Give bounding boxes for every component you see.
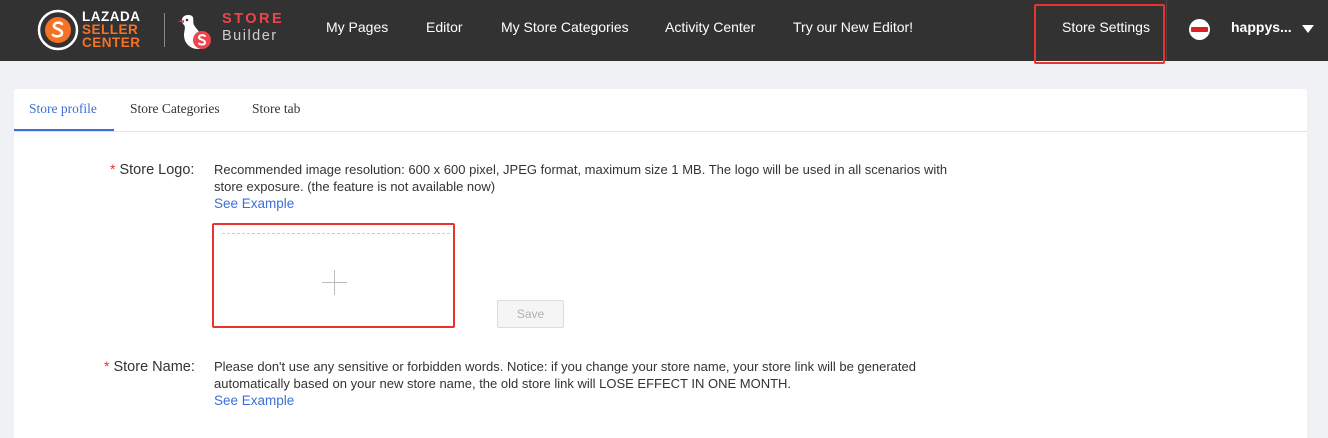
upload-dashed-border bbox=[222, 233, 450, 234]
store-logo-label-text: Store Logo: bbox=[119, 162, 195, 178]
lazada-seller-center-logo[interactable]: LAZADA SELLER CENTER bbox=[0, 0, 160, 61]
logo-upload-area[interactable] bbox=[212, 223, 455, 328]
nav-try-new-editor[interactable]: Try our New Editor! bbox=[793, 19, 913, 35]
store-wordmark: STORE bbox=[222, 11, 285, 27]
avatar[interactable] bbox=[1189, 19, 1210, 40]
store-builder-logo[interactable]: STORE Builder bbox=[170, 0, 300, 61]
tab-store-profile[interactable]: Store profile bbox=[29, 101, 97, 117]
nav-my-pages[interactable]: My Pages bbox=[326, 19, 388, 35]
store-profile-card: Store profile Store Categories Store tab… bbox=[14, 89, 1307, 438]
store-name-label-text: Store Name: bbox=[113, 359, 195, 375]
store-logo-description: Recommended image resolution: 600 x 600 … bbox=[214, 162, 948, 194]
nav-store-settings[interactable]: Store Settings bbox=[1062, 19, 1150, 35]
tab-store-categories[interactable]: Store Categories bbox=[130, 101, 220, 117]
nav-divider bbox=[1166, 0, 1167, 61]
builder-wordmark: Builder bbox=[222, 28, 278, 44]
save-button[interactable]: Save bbox=[497, 300, 564, 328]
bird-mascot-icon bbox=[178, 15, 211, 49]
store-logo-see-example-link[interactable]: See Example bbox=[214, 196, 294, 211]
store-name-label: * Store Name: bbox=[104, 358, 195, 375]
store-name-see-example-link[interactable]: See Example bbox=[214, 393, 294, 408]
store-logo-label: * Store Logo: bbox=[110, 161, 194, 178]
chevron-down-icon[interactable] bbox=[1302, 25, 1314, 33]
required-mark: * bbox=[104, 358, 110, 374]
store-name-description: Please don't use any sensitive or forbid… bbox=[214, 359, 916, 391]
nav-my-store-categories[interactable]: My Store Categories bbox=[501, 19, 629, 35]
logo-divider bbox=[164, 13, 165, 47]
username[interactable]: happys... bbox=[1231, 19, 1292, 35]
nav-activity-center[interactable]: Activity Center bbox=[665, 19, 755, 35]
tab-store-tab[interactable]: Store tab bbox=[252, 101, 300, 117]
top-navigation-bar: LAZADA SELLER CENTER STORE Builder My Pa… bbox=[0, 0, 1328, 64]
tab-bar: Store profile Store Categories Store tab bbox=[14, 89, 1307, 132]
active-tab-indicator bbox=[14, 129, 114, 131]
nav-editor[interactable]: Editor bbox=[426, 19, 463, 35]
required-mark: * bbox=[110, 161, 116, 177]
lazada-logo-icon bbox=[37, 9, 79, 51]
